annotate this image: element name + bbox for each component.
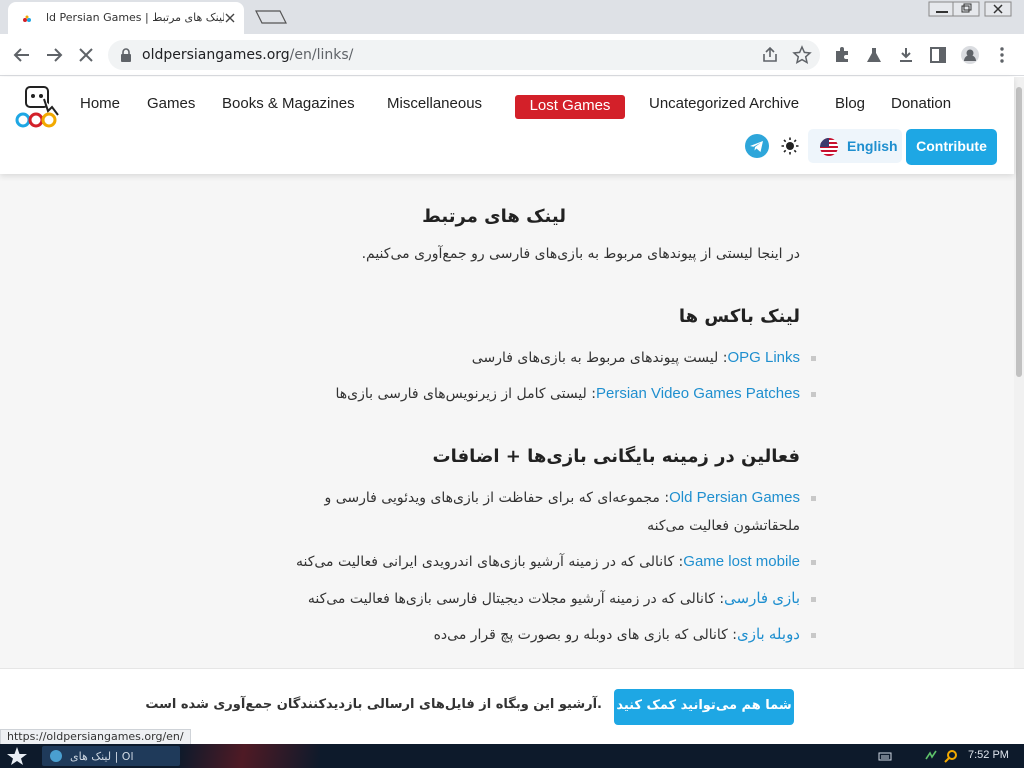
keyboard-tray-icon[interactable] bbox=[878, 749, 892, 763]
scrollbar-thumb[interactable] bbox=[1016, 87, 1022, 377]
network-tray-icon[interactable] bbox=[924, 749, 938, 763]
contribute-button[interactable]: Contribute bbox=[906, 129, 997, 165]
url-text[interactable]: oldpersiangames.org/en/links/ bbox=[142, 47, 353, 63]
page-title: لینک های مرتبط bbox=[422, 206, 566, 227]
side-panel-icon[interactable] bbox=[928, 45, 948, 65]
list-item-text: : کانالی که در زمینه آرشیو مجلات دیجیتال… bbox=[307, 591, 725, 607]
main-content: لینک های مرتبط در اینجا لیستی از پیوندها… bbox=[0, 174, 1014, 668]
list-item: دوبله بازی: کانالی که بازی های دوبله رو … bbox=[434, 621, 800, 649]
link-dooble-bazi[interactable]: دوبله بازی bbox=[737, 626, 800, 643]
list-item-text: : لیستی کامل از زیرنویس‌های فارسی بازی‌ه… bbox=[335, 386, 596, 402]
link-game-lost-mobile[interactable]: Game lost mobile bbox=[683, 553, 800, 570]
tab-title: ld Persian Games | لینک های مرتبط bbox=[46, 11, 224, 24]
list-item: بازی فارسی: کانالی که در زمینه آرشیو مجل… bbox=[308, 585, 800, 613]
nav-home[interactable]: Home bbox=[80, 95, 120, 112]
language-label: English bbox=[847, 138, 898, 154]
page-scrollbar[interactable] bbox=[1014, 77, 1024, 668]
link-old-persian-games[interactable]: Old Persian Games bbox=[669, 489, 800, 506]
browser-menu-icon[interactable] bbox=[992, 45, 1012, 65]
list-bullet bbox=[811, 560, 816, 565]
list-item: Old Persian Games: مجموعه‌ای که برای حفا… bbox=[300, 484, 800, 540]
list-item: OPG Links: لیست پیوندهای مربوط به بازی‌ه… bbox=[472, 344, 800, 372]
section-heading-archivists: فعالین در زمینه بایگانی بازی‌ها + اضافات bbox=[432, 446, 800, 467]
tab-strip: ld Persian Games | لینک های مرتبط bbox=[0, 0, 1024, 34]
list-item: Game lost mobile: کانالی که در زمینه آرش… bbox=[296, 548, 800, 576]
extensions-icon[interactable] bbox=[832, 45, 852, 65]
nav-lost-games[interactable]: Lost Games bbox=[515, 95, 625, 119]
address-bar[interactable]: oldpersiangames.org/en/links/ bbox=[108, 40, 820, 70]
new-tab-icon[interactable] bbox=[254, 9, 288, 25]
share-icon[interactable] bbox=[760, 45, 780, 65]
back-arrow-icon[interactable] bbox=[11, 44, 33, 66]
us-flag-icon bbox=[820, 138, 838, 156]
site-favicon-icon bbox=[23, 15, 31, 22]
profile-avatar-icon[interactable] bbox=[960, 45, 980, 65]
site-header: Home Games Books & Magazines Miscellaneo… bbox=[0, 77, 1014, 174]
link-persian-video-games-patches[interactable]: Persian Video Games Patches bbox=[596, 385, 800, 402]
nav-books-magazines[interactable]: Books & Magazines bbox=[222, 95, 355, 112]
taskbar-clock: 7:52 PM bbox=[968, 749, 1009, 761]
list-item-text: : کانالی که در زمینه آرشیو بازی‌های اندر… bbox=[295, 554, 684, 570]
notice-text: .آرشیو این وبگاه از فایل‌های ارسالی بازد… bbox=[145, 697, 602, 712]
nav-donation[interactable]: Donation bbox=[891, 95, 951, 112]
language-selector[interactable]: English bbox=[808, 129, 902, 163]
list-bullet bbox=[811, 633, 816, 638]
list-bullet bbox=[811, 597, 816, 602]
lock-icon bbox=[121, 48, 131, 62]
forward-arrow-icon[interactable] bbox=[43, 44, 65, 66]
os-taskbar: لینک های | Ol 7:52 PM bbox=[0, 744, 1024, 768]
labs-flask-icon[interactable] bbox=[864, 45, 884, 65]
close-tab-icon[interactable] bbox=[222, 10, 238, 26]
url-path: /en/links/ bbox=[289, 47, 354, 63]
start-menu-icon[interactable] bbox=[6, 746, 28, 766]
browser-app-icon bbox=[50, 750, 62, 762]
bookmark-star-icon[interactable] bbox=[792, 45, 812, 65]
search-tray-icon[interactable] bbox=[944, 749, 958, 763]
nav-uncategorized-archive[interactable]: Uncategorized Archive bbox=[649, 95, 799, 112]
restore-window-icon[interactable] bbox=[950, 0, 982, 18]
notice-help-button[interactable]: شما هم می‌توانید کمک کنید bbox=[614, 689, 794, 725]
taskbar-app-label: لینک های | Ol bbox=[70, 750, 134, 763]
close-window-icon[interactable] bbox=[982, 0, 1014, 18]
stop-loading-icon[interactable] bbox=[75, 44, 97, 66]
list-bullet bbox=[811, 392, 816, 397]
theme-toggle-sun-icon[interactable] bbox=[780, 136, 800, 156]
link-opg-links[interactable]: OPG Links bbox=[727, 349, 800, 366]
list-item: Persian Video Games Patches: لیستی کامل … bbox=[336, 380, 801, 408]
nav-games[interactable]: Games bbox=[147, 95, 195, 112]
nav-blog[interactable]: Blog bbox=[835, 95, 865, 112]
list-item-text: : لیست پیوندهای مربوط به بازی‌های فارسی bbox=[471, 350, 728, 366]
nav-miscellaneous[interactable]: Miscellaneous bbox=[387, 95, 482, 112]
status-bar-url: https://oldpersiangames.org/en/ bbox=[0, 729, 191, 745]
list-bullet bbox=[811, 496, 816, 501]
browser-tab[interactable]: ld Persian Games | لینک های مرتبط bbox=[8, 2, 244, 34]
section-heading-link-boxes: لینک باکس ها bbox=[678, 306, 800, 327]
list-item-text: : کانالی که بازی های دوبله رو بصورت پچ ق… bbox=[433, 627, 737, 643]
telegram-button[interactable] bbox=[745, 134, 769, 158]
url-host: oldpersiangames.org bbox=[142, 47, 290, 63]
link-bazi-farsi[interactable]: بازی فارسی bbox=[724, 590, 800, 607]
site-logo[interactable] bbox=[14, 85, 62, 131]
page-intro: در اینجا لیستی از پیوندهای مربوط به بازی… bbox=[361, 246, 800, 262]
taskbar-browser-app[interactable]: لینک های | Ol bbox=[42, 746, 180, 766]
telegram-icon bbox=[750, 141, 763, 152]
taskbar-decoration bbox=[180, 744, 320, 768]
download-icon[interactable] bbox=[896, 45, 916, 65]
list-bullet bbox=[811, 356, 816, 361]
